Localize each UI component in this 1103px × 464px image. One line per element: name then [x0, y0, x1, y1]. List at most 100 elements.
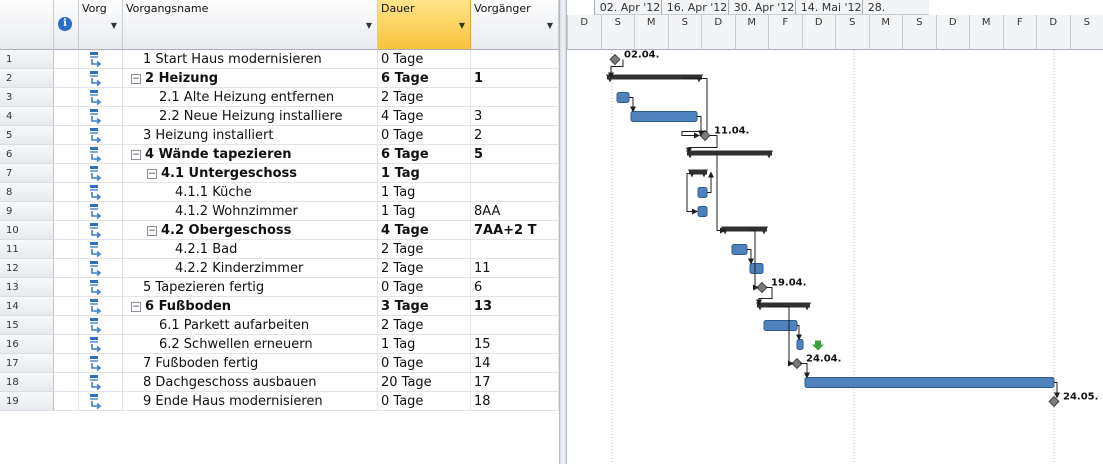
row-number[interactable]: 6 — [0, 145, 54, 164]
task-name-cell[interactable]: 3 Heizung installiert — [123, 126, 378, 145]
duration-cell[interactable]: 2 Tage — [378, 316, 471, 335]
predecessors-cell[interactable]: 3 — [471, 107, 559, 126]
collapse-toggle-icon[interactable]: − — [131, 150, 141, 160]
predecessors-cell[interactable] — [471, 183, 559, 202]
info-cell[interactable] — [54, 240, 79, 259]
predecessors-cell[interactable]: 14 — [471, 354, 559, 373]
task-bar[interactable] — [749, 263, 764, 274]
task-name-cell[interactable]: 1 Start Haus modernisieren — [123, 50, 378, 69]
task-bar[interactable] — [630, 111, 698, 122]
dependency-link[interactable] — [697, 116, 704, 137]
task-mode-cell[interactable] — [79, 259, 123, 278]
task-name-cell[interactable]: 2.1 Alte Heizung entfernen — [123, 88, 378, 107]
duration-cell[interactable]: 2 Tage — [378, 240, 471, 259]
predecessors-cell[interactable]: 11 — [471, 259, 559, 278]
task-mode-cell[interactable] — [79, 69, 123, 88]
predecessors-cell[interactable]: 6 — [471, 278, 559, 297]
info-cell[interactable] — [54, 354, 79, 373]
duration-cell[interactable]: 0 Tage — [378, 392, 471, 411]
task-name-cell[interactable]: 4.2.1 Bad — [123, 240, 378, 259]
column-header-predecessors[interactable]: Vorgänger ▼ — [471, 0, 559, 50]
duration-cell[interactable]: 3 Tage — [378, 297, 471, 316]
row-number[interactable]: 1 — [0, 50, 54, 69]
column-header-name[interactable]: Vorgangsname ▼ — [123, 0, 378, 50]
info-cell[interactable] — [54, 221, 79, 240]
info-cell[interactable] — [54, 202, 79, 221]
task-name-cell[interactable]: 6.1 Parkett aufarbeiten — [123, 316, 378, 335]
row-number[interactable]: 17 — [0, 354, 54, 373]
predecessors-cell[interactable]: 15 — [471, 335, 559, 354]
row-number[interactable]: 18 — [0, 373, 54, 392]
milestone-diamond[interactable] — [1048, 395, 1060, 408]
duration-cell[interactable]: 20 Tage — [378, 373, 471, 392]
task-name-cell[interactable]: 4.1.1 Küche — [123, 183, 378, 202]
predecessors-cell[interactable] — [471, 316, 559, 335]
task-name-cell[interactable]: −4.2 Obergeschoss — [123, 221, 378, 240]
task-mode-cell[interactable] — [79, 183, 123, 202]
duration-cell[interactable]: 0 Tage — [378, 278, 471, 297]
duration-cell[interactable]: 1 Tag — [378, 202, 471, 221]
task-mode-cell[interactable] — [79, 107, 123, 126]
predecessors-cell[interactable] — [471, 50, 559, 69]
dependency-link[interactable] — [767, 306, 794, 367]
summary-bar[interactable] — [722, 226, 767, 232]
task-mode-cell[interactable] — [79, 88, 123, 107]
task-name-cell[interactable]: −2 Heizung — [123, 69, 378, 88]
column-header-mode[interactable]: Vorg ▼ — [79, 0, 123, 50]
task-bar[interactable] — [731, 244, 748, 255]
task-mode-cell[interactable] — [79, 373, 123, 392]
predecessors-cell[interactable] — [471, 164, 559, 183]
info-cell[interactable] — [54, 392, 79, 411]
predecessors-cell[interactable]: 13 — [471, 297, 559, 316]
predecessors-cell[interactable]: 7AA+2 T — [471, 221, 559, 240]
info-cell[interactable] — [54, 316, 79, 335]
collapse-toggle-icon[interactable]: − — [147, 169, 157, 179]
task-bar[interactable] — [796, 339, 804, 350]
task-name-cell[interactable]: 4.1.2 Wohnzimmer — [123, 202, 378, 221]
predecessors-cell[interactable]: 1 — [471, 69, 559, 88]
predecessors-cell[interactable]: 5 — [471, 145, 559, 164]
task-mode-cell[interactable] — [79, 50, 123, 69]
row-number[interactable]: 13 — [0, 278, 54, 297]
predecessors-cell[interactable] — [471, 88, 559, 107]
duration-cell[interactable]: 1 Tag — [378, 164, 471, 183]
dependency-link[interactable] — [629, 97, 636, 113]
task-mode-cell[interactable] — [79, 316, 123, 335]
row-number[interactable]: 9 — [0, 202, 54, 221]
duration-cell[interactable]: 4 Tage — [378, 221, 471, 240]
duration-cell[interactable]: 0 Tage — [378, 50, 471, 69]
row-number[interactable]: 3 — [0, 88, 54, 107]
duration-cell[interactable]: 4 Tage — [378, 107, 471, 126]
duration-cell[interactable]: 0 Tage — [378, 354, 471, 373]
info-cell[interactable] — [54, 50, 79, 69]
task-mode-cell[interactable] — [79, 240, 123, 259]
task-name-cell[interactable]: −4 Wände tapezieren — [123, 145, 378, 164]
duration-cell[interactable]: 6 Tage — [378, 69, 471, 88]
dependency-link[interactable] — [686, 173, 698, 215]
task-name-cell[interactable]: 5 Tapezieren fertig — [123, 278, 378, 297]
row-number[interactable]: 10 — [0, 221, 54, 240]
task-bar[interactable] — [697, 206, 708, 217]
info-cell[interactable] — [54, 373, 79, 392]
info-cell[interactable] — [54, 183, 79, 202]
info-cell[interactable] — [54, 126, 79, 145]
task-name-cell[interactable]: 2.2 Neue Heizung installiere — [123, 107, 378, 126]
chevron-down-icon[interactable]: ▼ — [547, 21, 553, 30]
row-number[interactable]: 5 — [0, 126, 54, 145]
column-header-info[interactable]: i — [54, 0, 79, 50]
chevron-down-icon[interactable]: ▼ — [111, 21, 117, 30]
dependency-link[interactable] — [681, 78, 708, 139]
row-number[interactable]: 15 — [0, 316, 54, 335]
chevron-down-icon[interactable]: ▼ — [366, 21, 372, 30]
task-mode-cell[interactable] — [79, 297, 123, 316]
task-mode-cell[interactable] — [79, 392, 123, 411]
duration-cell[interactable]: 2 Tage — [378, 88, 471, 107]
task-bar[interactable] — [804, 377, 1055, 388]
info-cell[interactable] — [54, 335, 79, 354]
info-cell[interactable] — [54, 297, 79, 316]
predecessors-cell[interactable]: 8AA — [471, 202, 559, 221]
column-header-duration[interactable]: Dauer ▼ — [378, 0, 471, 50]
predecessors-cell[interactable]: 18 — [471, 392, 559, 411]
predecessors-cell[interactable]: 2 — [471, 126, 559, 145]
task-name-cell[interactable]: −4.1 Untergeschoss — [123, 164, 378, 183]
